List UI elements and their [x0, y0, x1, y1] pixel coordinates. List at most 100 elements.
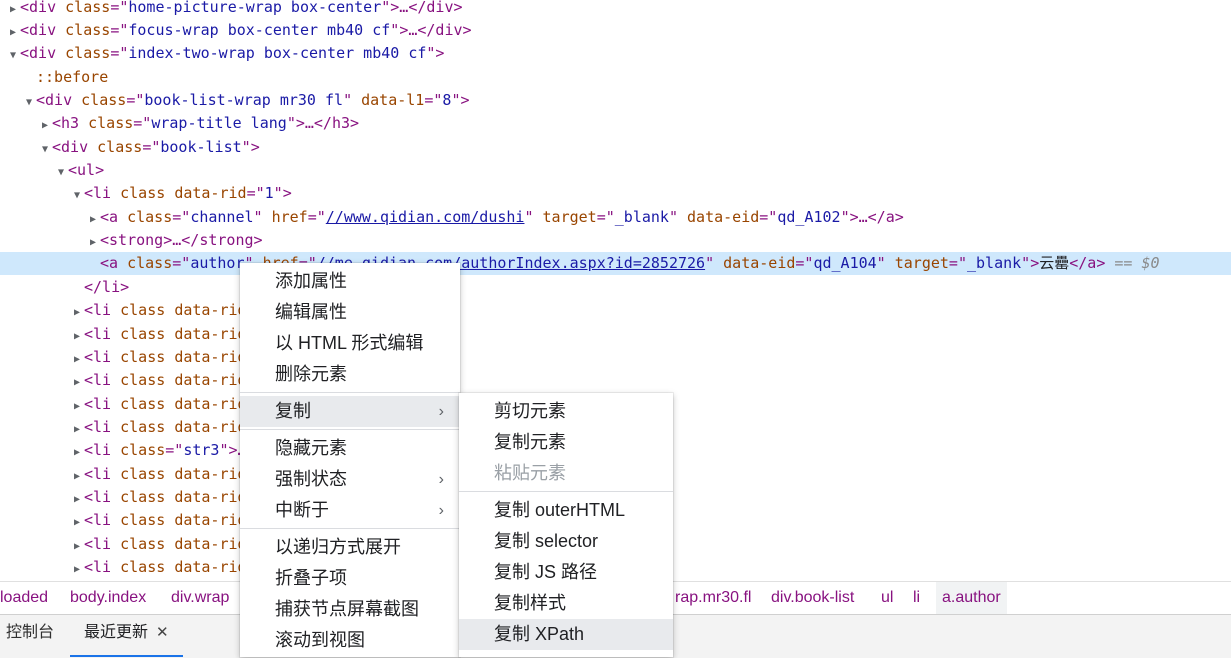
triangle-right-icon[interactable]: ▶ — [70, 441, 84, 464]
menu-item[interactable]: 强制状态 › — [240, 464, 460, 495]
selected-node-row[interactable]: ▶<a class="author" href="//me.qidian.com… — [0, 252, 1231, 275]
attr-value: qd_A102 — [777, 208, 841, 226]
triangle-right-icon[interactable]: ▶ — [86, 208, 100, 231]
breadcrumb-item[interactable]: div.wrap — [165, 582, 235, 614]
menu-item[interactable]: 滚动到视图 — [240, 625, 460, 656]
tag-tail: > — [435, 44, 445, 62]
dom-node-row[interactable]: ▼ <div class="index-two-wrap box-center m… — [0, 42, 1231, 65]
attr-name: class — [127, 208, 173, 226]
dom-node-row[interactable]: ▶<li class data-rid="4">…</li> — [0, 346, 1231, 369]
dom-node-row[interactable]: ▼ <div class="book-list"> — [0, 136, 1231, 159]
tag-tail: > — [120, 278, 130, 296]
attr-name: href — [271, 208, 308, 226]
triangle-right-icon[interactable]: ▶ — [70, 348, 84, 371]
dom-node-row[interactable]: ▶ <h3 class="wrap-title lang">…</h3> — [0, 112, 1231, 135]
triangle-right-icon[interactable]: ▶ — [86, 231, 100, 254]
dom-node-row[interactable]: ▶<li class data-rid="2">…</li> — [0, 299, 1231, 322]
menu-item[interactable]: 剪切元素 — [459, 396, 673, 427]
breadcrumb-item[interactable]: loaded — [0, 582, 54, 614]
dom-node-row[interactable]: ▶<li class data-rid="3">…</li> — [0, 323, 1231, 346]
menu-separator — [459, 491, 673, 492]
attr-name: data-rid — [174, 488, 247, 506]
triangle-right-icon[interactable]: ▶ — [6, 21, 20, 44]
attr-link-value[interactable]: //www.qidian.com/dushi — [326, 208, 525, 226]
triangle-right-icon[interactable]: ▶ — [70, 301, 84, 324]
breadcrumb-item[interactable]: a.author — [936, 582, 1007, 614]
breadcrumb-item[interactable]: body.index — [64, 582, 152, 614]
tag-open: <li — [84, 371, 112, 389]
dom-node-row[interactable]: ▶ <strong>…</strong> — [0, 229, 1231, 252]
tab-recent-updates[interactable]: 最近更新 ✕ — [70, 615, 183, 657]
menu-item[interactable]: 复制样式 — [459, 588, 673, 619]
close-icon[interactable]: ✕ — [156, 624, 169, 641]
menu-item[interactable]: 折叠子项 — [240, 563, 460, 594]
triangle-right-icon[interactable]: ▶ — [70, 558, 84, 580]
menu-item[interactable]: 中断于 › — [240, 495, 460, 526]
attr-name: class — [120, 325, 166, 343]
chevron-right-icon: › — [438, 471, 444, 488]
attr-equals: =" — [246, 184, 265, 202]
tag-open: <li — [84, 418, 112, 436]
attr-quote: " — [390, 21, 400, 39]
dom-node-row[interactable]: ▶ <div class="home-picture-wrap box-cente… — [0, 0, 1231, 19]
dom-node-row[interactable]: ▼ <ul> — [0, 159, 1231, 182]
dom-node-row[interactable]: ▶ <div class="focus-wrap box-center mb40 … — [0, 19, 1231, 42]
tag-tail: >…</h3> — [295, 114, 360, 132]
breadcrumb-item[interactable]: ul — [875, 582, 899, 614]
attr-quote: " — [241, 138, 251, 156]
dom-node-row[interactable]: ▶<li class data-rid="5">…</li> — [0, 369, 1231, 392]
dom-node-row[interactable]: ▶</li> — [0, 276, 1231, 299]
triangle-down-icon[interactable]: ▼ — [38, 138, 52, 161]
triangle-down-icon[interactable]: ▼ — [6, 44, 20, 67]
menu-item[interactable]: 复制元素 — [459, 427, 673, 458]
copy-submenu: 剪切元素 复制元素 粘贴元素 复制 outerHTML 复制 selector 复制 JS… — [459, 393, 673, 657]
menu-item[interactable]: 以递归方式展开 — [240, 532, 460, 563]
tag-tail: > — [1030, 254, 1040, 272]
breadcrumb-item[interactable]: div.book-list — [765, 582, 860, 614]
triangle-down-icon[interactable]: ▼ — [70, 184, 84, 207]
menu-item[interactable]: 编辑属性 — [240, 297, 460, 328]
attr-equals: =" — [307, 208, 326, 226]
triangle-right-icon[interactable]: ▶ — [70, 395, 84, 418]
attr-equals: =" — [596, 208, 615, 226]
tag-close: </a> — [1069, 254, 1106, 272]
attr-quote: " — [1021, 254, 1031, 272]
menu-item[interactable]: 删除元素 — [240, 359, 460, 390]
menu-item[interactable]: 复制 JS 路径 — [459, 557, 673, 588]
menu-item[interactable]: 捕获节点屏幕截图 — [240, 594, 460, 625]
attr-name: data-rid — [174, 465, 247, 483]
dom-node-row[interactable]: ▼ <li class data-rid="1"> — [0, 182, 1231, 205]
menu-item[interactable]: 复制 XPath — [459, 619, 673, 650]
menu-item[interactable]: 以 HTML 形式编辑 — [240, 328, 460, 359]
tab-console[interactable]: 控制台 — [6, 615, 54, 655]
triangle-right-icon[interactable]: ▶ — [38, 114, 52, 137]
menu-item[interactable]: 隐藏元素 — [240, 433, 460, 464]
attr-equals: =" — [133, 114, 152, 132]
menu-item[interactable]: 复制 › — [240, 396, 460, 427]
attr-name: data-rid — [174, 535, 247, 553]
triangle-right-icon[interactable]: ▶ — [70, 535, 84, 558]
breadcrumb-item[interactable]: li — [907, 582, 926, 614]
attr-name: data-rid — [174, 348, 247, 366]
tag-tail: >…</strong> — [163, 231, 263, 249]
triangle-right-icon[interactable]: ▶ — [70, 511, 84, 534]
triangle-right-icon[interactable]: ▶ — [70, 488, 84, 511]
triangle-right-icon[interactable]: ▶ — [6, 0, 20, 21]
tag-open: <div — [20, 0, 57, 16]
dom-node-row[interactable]: ▶::before — [0, 66, 1231, 89]
triangle-right-icon[interactable]: ▶ — [70, 418, 84, 441]
triangle-down-icon[interactable]: ▼ — [22, 91, 36, 114]
breadcrumb-item[interactable]: rap.mr30.fl — [669, 582, 757, 614]
chevron-right-icon: › — [438, 403, 444, 420]
triangle-right-icon[interactable]: ▶ — [70, 371, 84, 394]
attr-value: str3 — [183, 441, 220, 459]
menu-item[interactable]: 复制 selector — [459, 526, 673, 557]
dom-node-row[interactable]: ▼ <div class="book-list-wrap mr30 fl" dat… — [0, 89, 1231, 112]
triangle-down-icon[interactable]: ▼ — [54, 161, 68, 184]
triangle-right-icon[interactable]: ▶ — [70, 465, 84, 488]
menu-item[interactable]: 添加属性 — [240, 266, 460, 297]
triangle-right-icon[interactable]: ▶ — [70, 325, 84, 348]
menu-item[interactable]: 复制 outerHTML — [459, 495, 673, 526]
dom-node-row[interactable]: ▶ <a class="channel" href="//www.qidian.c… — [0, 206, 1231, 229]
menu-item-label: 删除元素 — [275, 364, 347, 384]
